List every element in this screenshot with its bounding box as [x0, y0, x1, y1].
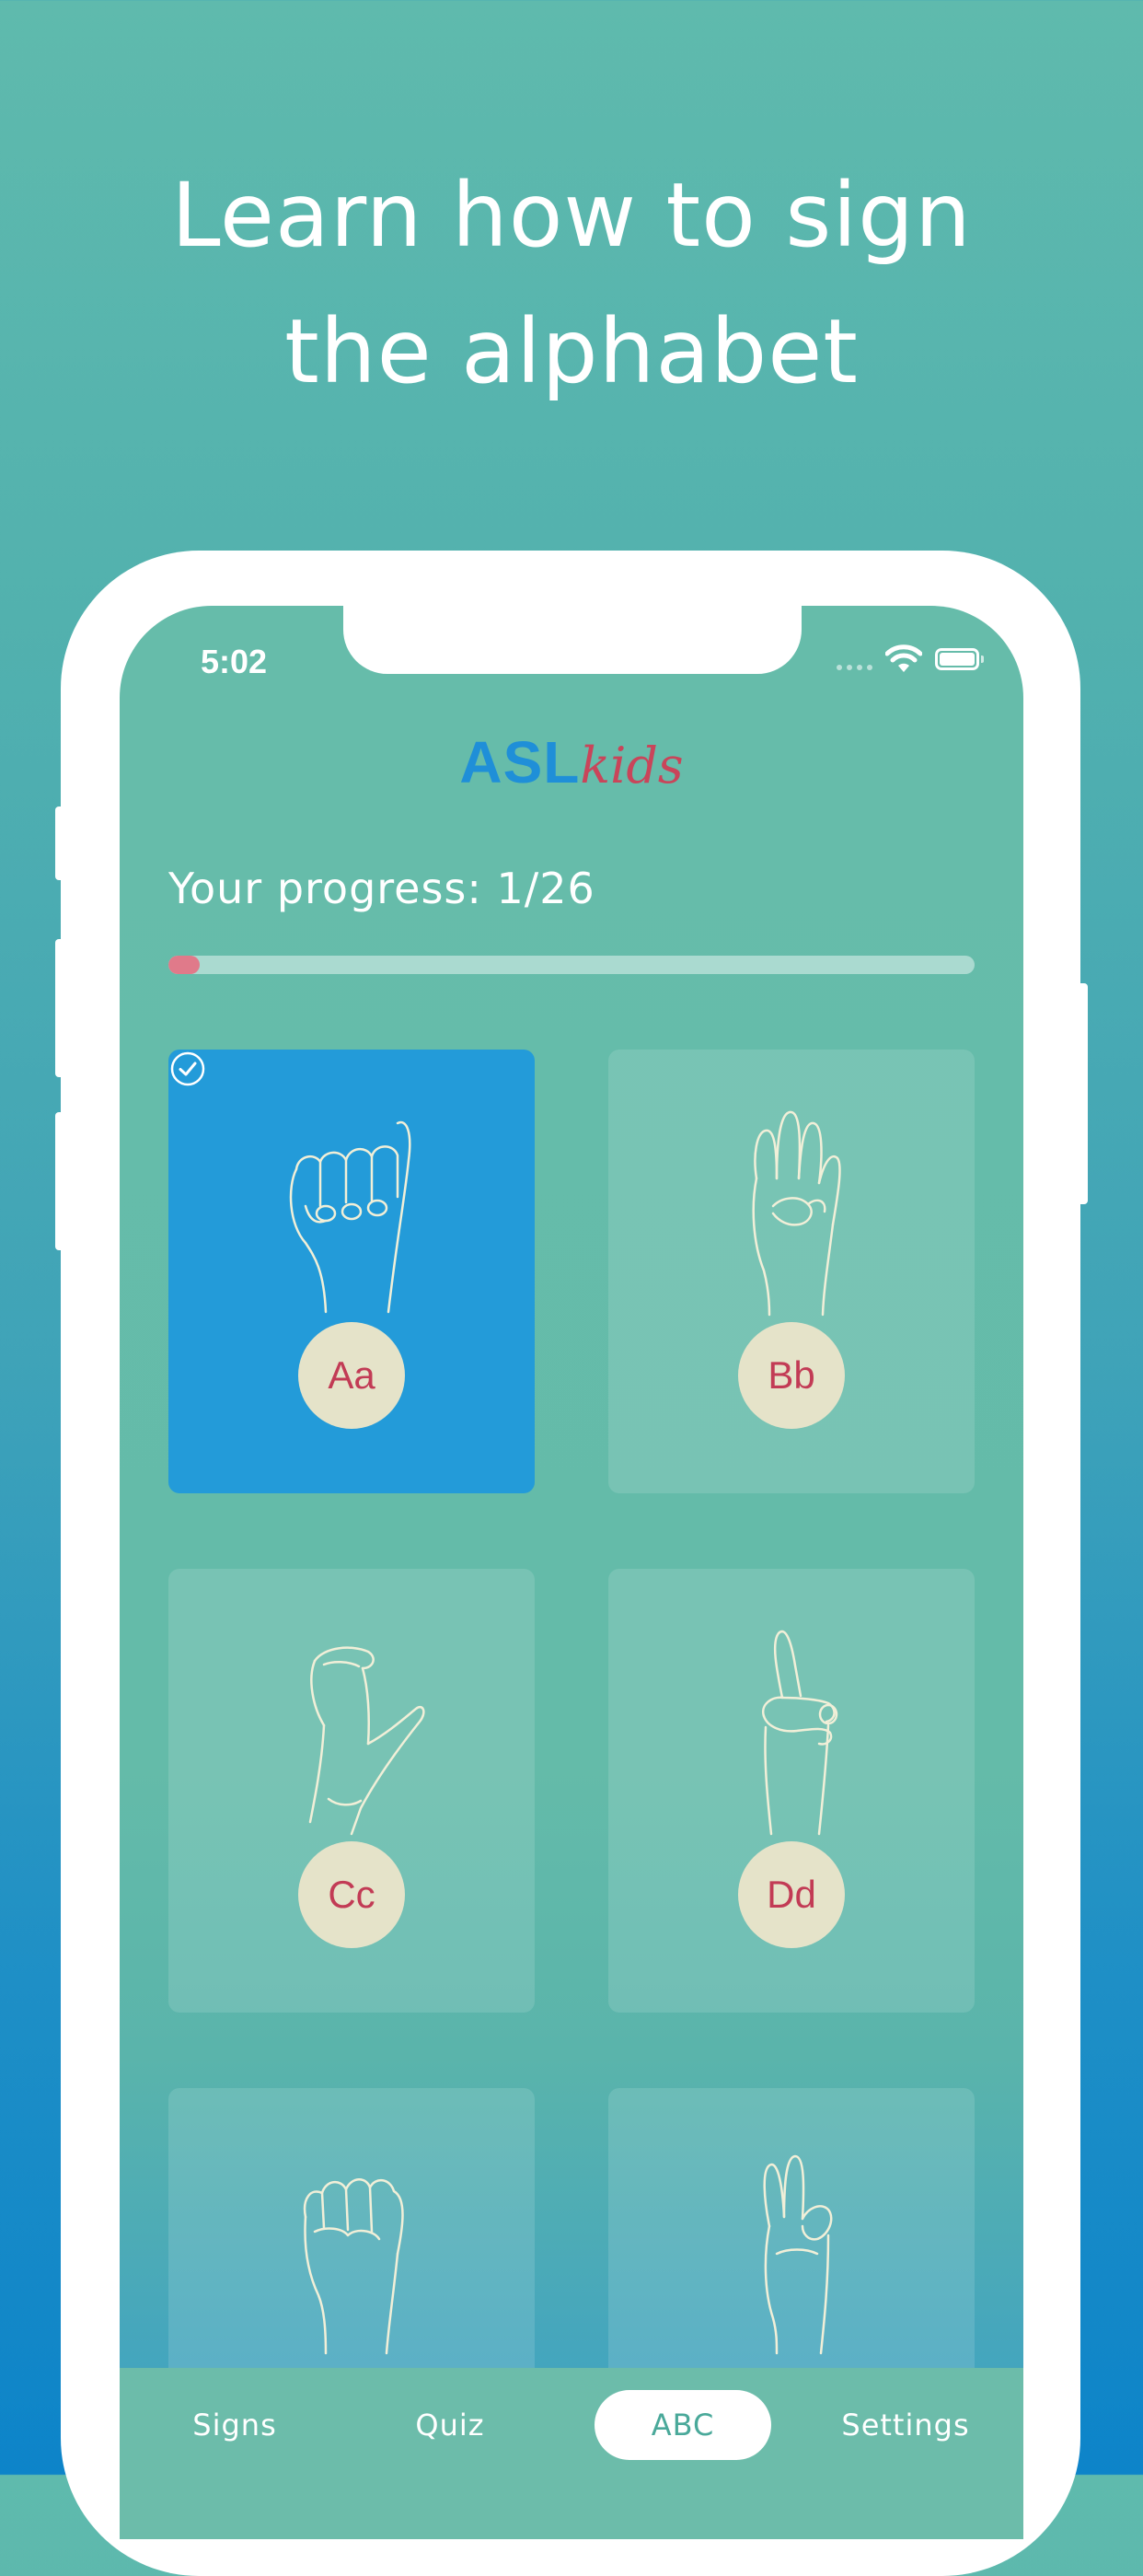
app-screen: 5:02 ASLkids Your progress: 1/26 Aa Bb C… [120, 606, 1023, 2539]
progress-bar [168, 956, 975, 974]
progress-bar-fill [168, 956, 200, 974]
logo-asl-text: ASL [459, 729, 581, 795]
letter-badge: Aa [298, 1322, 405, 1429]
status-time: 5:02 [201, 643, 268, 680]
letter-badge: Bb [738, 1322, 845, 1429]
letter-card-c[interactable]: Cc [168, 1569, 535, 2013]
check-icon [170, 1051, 205, 1086]
tab-bar: Signs Quiz ABC Settings [120, 2368, 1023, 2539]
tab-signs[interactable]: Signs [166, 2390, 304, 2460]
progress-label: Your progress: 1/26 [168, 864, 595, 913]
signal-icon [837, 665, 872, 670]
battery-icon [935, 648, 984, 670]
status-icons [837, 644, 984, 674]
letter-card-a[interactable]: Aa [168, 1050, 535, 1493]
tab-settings[interactable]: Settings [814, 2390, 998, 2460]
letter-card-b[interactable]: Bb [608, 1050, 975, 1493]
letter-card-d[interactable]: Dd [608, 1569, 975, 2013]
hand-sign-c-icon [308, 1646, 425, 1836]
tab-abc[interactable]: ABC [595, 2390, 771, 2460]
promo-title-line-2: the alphabet [284, 300, 859, 403]
letter-badge: Dd [738, 1841, 845, 1948]
app-logo: ASLkids [120, 725, 1023, 803]
wifi-icon [885, 644, 922, 672]
letter-badge: Cc [298, 1841, 405, 1948]
hand-sign-f-icon [763, 2154, 833, 2355]
phone-notch [343, 606, 802, 674]
hand-sign-a-icon [289, 1120, 411, 1314]
promo-title-line-1: Learn how to sign [171, 164, 972, 267]
hand-sign-e-icon [303, 2178, 404, 2355]
promo-title: Learn how to sign the alphabet [0, 147, 1143, 420]
logo-kids-text: kids [580, 737, 684, 795]
tab-quiz[interactable]: Quiz [381, 2390, 519, 2460]
hand-sign-b-icon [752, 1110, 841, 1317]
hand-sign-d-icon [761, 1630, 838, 1836]
